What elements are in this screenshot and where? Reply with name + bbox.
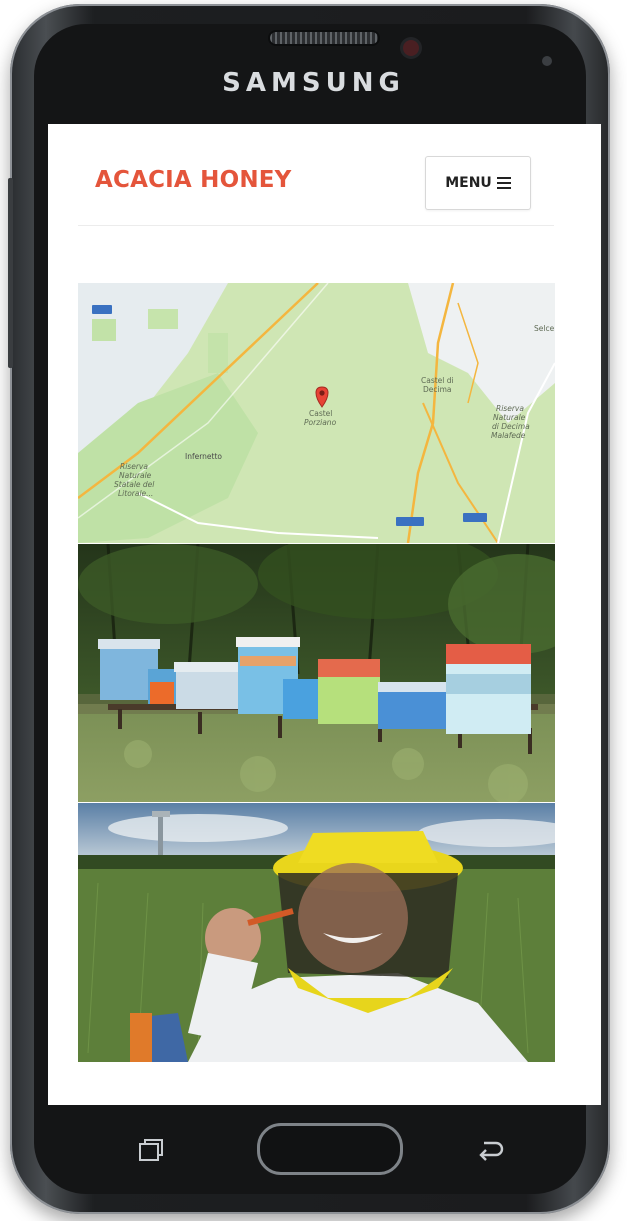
- earpiece-speaker: [270, 32, 378, 44]
- svg-text:Riserva: Riserva: [496, 404, 524, 413]
- side-key: [8, 178, 13, 368]
- front-camera-icon: [403, 40, 419, 56]
- beekeeper-graphic: [78, 803, 555, 1062]
- svg-text:Naturale: Naturale: [493, 413, 526, 422]
- home-button[interactable]: [257, 1123, 403, 1175]
- brand-logo: SAMSUNG: [222, 68, 405, 98]
- svg-text:Decima: Decima: [423, 385, 452, 394]
- proximity-sensor-icon: [542, 56, 552, 66]
- map-label-castel-porziano: Castel: [309, 409, 332, 418]
- location-map[interactable]: Castel Porziano Castel di Decima Inferne…: [78, 283, 555, 543]
- svg-text:di Decima: di Decima: [492, 422, 530, 431]
- site-header: ACACIA HONEY MENU: [78, 124, 554, 226]
- recent-apps-icon[interactable]: [138, 1138, 164, 1162]
- beehives-graphic: [78, 544, 555, 802]
- svg-text:Porziano: Porziano: [304, 418, 337, 427]
- svg-text:Infernetto: Infernetto: [185, 452, 222, 461]
- svg-text:Castel di: Castel di: [421, 376, 454, 385]
- beekeeper-photo[interactable]: [78, 803, 555, 1062]
- back-icon[interactable]: [476, 1137, 506, 1161]
- menu-label: MENU: [445, 175, 492, 191]
- svg-text:Litorale...: Litorale...: [118, 489, 153, 498]
- beehives-photo[interactable]: [78, 544, 555, 802]
- hamburger-icon: [496, 177, 511, 189]
- phone-screen: ACACIA HONEY MENU Castel Porziano Castel…: [48, 124, 601, 1105]
- menu-button[interactable]: MENU: [425, 156, 531, 210]
- svg-text:Riserva: Riserva: [120, 462, 148, 471]
- svg-text:Selce: Selce: [534, 324, 555, 333]
- svg-text:Naturale: Naturale: [119, 471, 152, 480]
- svg-text:Malafede: Malafede: [491, 431, 526, 440]
- map-graphic: Castel Porziano Castel di Decima Inferne…: [78, 283, 555, 543]
- site-logo[interactable]: ACACIA HONEY: [95, 167, 292, 193]
- svg-text:Statale del: Statale del: [114, 480, 155, 489]
